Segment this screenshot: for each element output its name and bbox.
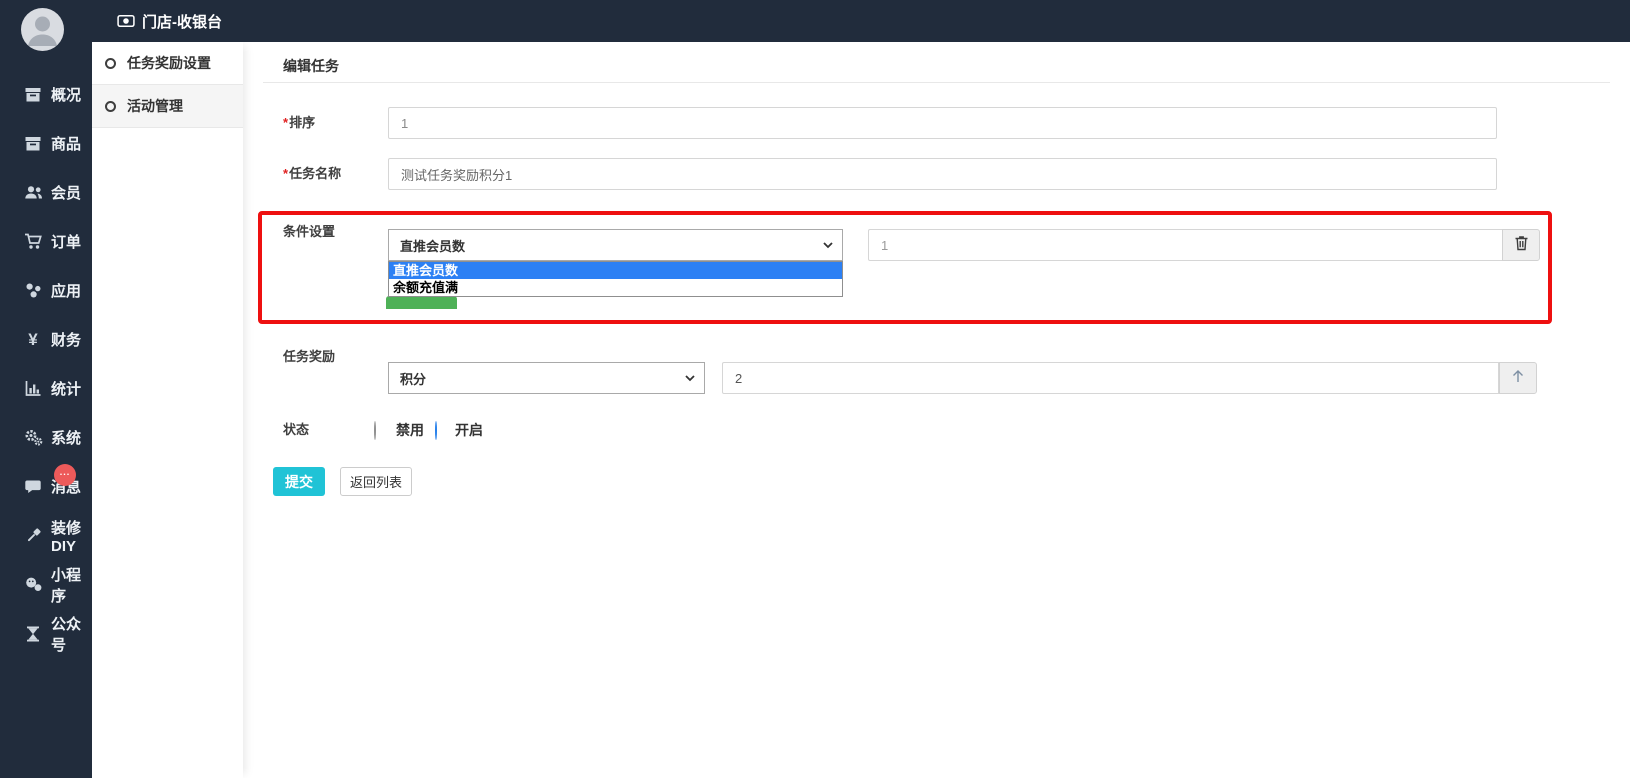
sidebar-item-decorate-diy[interactable]: 装修DIY — [0, 511, 92, 560]
condition-type-select[interactable]: 直推会员数 — [388, 229, 843, 261]
delete-condition-button[interactable] — [1502, 229, 1540, 261]
reward-type-select[interactable]: 积分 — [388, 362, 705, 394]
sidebar-item-label: 应用 — [51, 280, 81, 301]
dropdown-option-balance-recharge[interactable]: 余额充值满 — [389, 279, 842, 296]
money-icon — [117, 12, 135, 30]
task-name-label: *任务名称 — [283, 158, 341, 190]
submenu-item-task-reward-settings[interactable]: 任务奖励设置 — [92, 42, 243, 84]
sidebar-item-members[interactable]: 会员 — [0, 168, 92, 217]
chevron-down-icon — [822, 239, 834, 254]
orders-cart-icon — [23, 232, 43, 252]
sidebar-item-label: 商品 — [51, 133, 81, 154]
required-asterisk: * — [283, 166, 288, 181]
submenu-item-label: 活动管理 — [127, 96, 183, 116]
sort-input[interactable] — [388, 107, 1497, 139]
condition-type-dropdown: 直推会员数 余额充值满 — [388, 261, 843, 297]
status-radio-disabled-label: 禁用 — [396, 414, 424, 446]
header-divider — [263, 82, 1610, 83]
status-radio-disabled[interactable] — [374, 421, 376, 440]
avatar[interactable] — [21, 8, 64, 51]
sidebar-item-label: 财务 — [51, 329, 81, 350]
decorate-hammer-icon — [23, 526, 43, 546]
messages-bubble-icon — [23, 477, 43, 497]
sidebar-item-label: 公众号 — [51, 613, 92, 655]
sidebar-item-overview[interactable]: 概况 — [0, 70, 92, 119]
app-title: 门店-收银台 — [117, 0, 222, 42]
reward-amount-input[interactable] — [722, 362, 1499, 394]
page: 门店-收银台 概况 商品 会员 订单 — [0, 0, 1630, 778]
apps-cluster-icon — [23, 281, 43, 301]
sidebar-item-official-account[interactable]: 公众号 — [0, 609, 92, 658]
sidebar-item-label: 会员 — [51, 182, 81, 203]
sidebar-item-miniprogram[interactable]: 小程序 — [0, 560, 92, 609]
sidebar-item-label: 概况 — [51, 84, 81, 105]
submit-button[interactable]: 提交 — [273, 467, 325, 496]
sidebar-item-label: 小程序 — [51, 564, 92, 606]
circle-icon — [105, 101, 116, 112]
chevron-down-icon — [684, 372, 696, 387]
arrow-up-icon — [1510, 368, 1526, 389]
required-asterisk: * — [283, 115, 288, 130]
submenu-item-activity-management[interactable]: 活动管理 — [92, 84, 243, 128]
task-name-input[interactable] — [388, 158, 1497, 190]
trash-icon — [1514, 235, 1529, 256]
add-condition-button-partial[interactable] — [386, 296, 457, 309]
goods-box-icon — [23, 134, 43, 154]
sidebar-item-label: 统计 — [51, 378, 81, 399]
system-gears-icon — [23, 428, 43, 448]
official-account-hourglass-icon — [23, 624, 43, 644]
sidebar-item-label: 系统 — [51, 427, 81, 448]
status-radio-enabled[interactable] — [435, 421, 437, 440]
condition-type-select-value: 直推会员数 — [400, 236, 465, 255]
finance-yen-icon: ¥ — [23, 330, 43, 350]
sidebar-item-goods[interactable]: 商品 — [0, 119, 92, 168]
overview-box-icon — [23, 85, 43, 105]
reward-type-select-value: 积分 — [400, 369, 426, 388]
condition-amount-input[interactable] — [868, 229, 1503, 261]
sidebar-item-messages[interactable]: 消息 ... — [0, 462, 92, 511]
sidebar-item-stats[interactable]: 统计 — [0, 364, 92, 413]
back-to-list-button[interactable]: 返回列表 — [340, 467, 412, 496]
submenu-panel: 任务奖励设置 活动管理 — [92, 42, 243, 778]
circle-icon — [105, 58, 116, 69]
reward-label: 任务奖励 — [283, 341, 335, 373]
messages-badge: ... — [54, 464, 76, 486]
topbar — [0, 0, 1630, 42]
reward-up-button[interactable] — [1499, 362, 1537, 394]
sidebar-item-finance[interactable]: ¥ 财务 — [0, 315, 92, 364]
sidebar-item-apps[interactable]: 应用 — [0, 266, 92, 315]
sidebar-item-label: 订单 — [51, 231, 81, 252]
page-title: 编辑任务 — [283, 56, 339, 76]
miniprogram-wechat-icon — [23, 575, 43, 595]
app-title-text: 门店-收银台 — [142, 11, 222, 32]
status-label: 状态 — [283, 414, 309, 446]
sidebar-item-label: 装修DIY — [51, 517, 92, 555]
sort-label: *排序 — [283, 107, 315, 139]
dropdown-option-direct-members[interactable]: 直推会员数 — [389, 262, 842, 279]
stats-chart-icon — [23, 379, 43, 399]
sidebar-item-system[interactable]: 系统 — [0, 413, 92, 462]
sidebar-nav: 概况 商品 会员 订单 应用 ¥ 财务 — [0, 70, 92, 658]
condition-label: 条件设置 — [283, 216, 335, 248]
sidebar: 概况 商品 会员 订单 应用 ¥ 财务 — [0, 0, 92, 778]
submenu-item-label: 任务奖励设置 — [127, 53, 211, 73]
members-users-icon — [23, 183, 43, 203]
sidebar-item-orders[interactable]: 订单 — [0, 217, 92, 266]
status-radio-enabled-label: 开启 — [455, 414, 483, 446]
